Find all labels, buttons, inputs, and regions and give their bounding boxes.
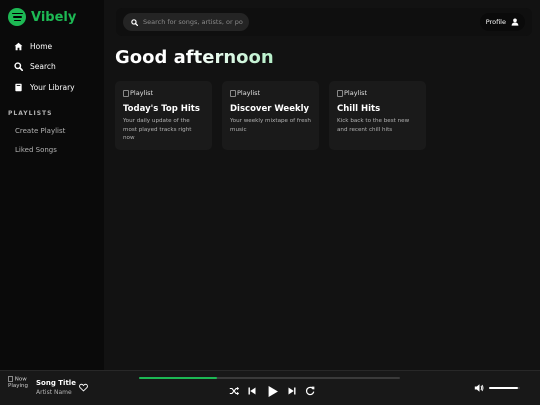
- volume-fill: [489, 387, 519, 389]
- progress-bar[interactable]: [139, 377, 400, 379]
- broken-image-icon: [123, 89, 129, 97]
- profile-button[interactable]: Profile: [479, 13, 525, 31]
- shuffle-icon: [229, 386, 239, 395]
- playlist-cards: Playlist Today's Top Hits Your daily upd…: [115, 81, 426, 150]
- image-alt-text: Playlist: [344, 89, 368, 97]
- playlists-heading: PLAYLISTS: [8, 110, 53, 117]
- search-icon: [14, 62, 23, 72]
- main-content: Profile Good afternoon Playlist Today's …: [104, 0, 540, 370]
- playback-controls: [229, 383, 323, 398]
- skip-forward-icon: [288, 387, 296, 394]
- sidebar-nav: Home Search Your Library: [0, 36, 104, 98]
- search-icon: [131, 18, 138, 26]
- page-title: Good afternoon: [115, 47, 274, 68]
- play-icon: [268, 385, 278, 397]
- playlist-card[interactable]: Playlist Discover Weekly Your weekly mix…: [222, 81, 319, 150]
- playlist-image: Playlist: [337, 88, 418, 98]
- card-description: Kick back to the best new and recent chi…: [337, 118, 410, 133]
- progress-fill: [139, 377, 218, 379]
- profile-label: Profile: [485, 18, 506, 26]
- user-icon: [511, 18, 519, 26]
- sidebar-item-library[interactable]: Your Library: [0, 77, 104, 98]
- play-button[interactable]: [265, 384, 279, 398]
- card-title: Chill Hits: [337, 104, 381, 114]
- volume-slider[interactable]: [489, 387, 520, 389]
- app-root: Vibely Home Search Your Library PLAYLIST…: [0, 0, 540, 405]
- repeat-icon: [305, 386, 315, 395]
- home-icon: [14, 42, 23, 51]
- card-description: Your weekly mixtape of fresh music: [230, 118, 311, 133]
- library-icon: [14, 83, 23, 92]
- create-playlist-link[interactable]: Create Playlist: [15, 127, 65, 135]
- card-title: Discover Weekly: [230, 104, 310, 114]
- playlist-image: Playlist: [230, 88, 311, 98]
- search-input[interactable]: [143, 18, 243, 26]
- playlist-card[interactable]: Playlist Today's Top Hits Your daily upd…: [115, 81, 212, 150]
- broken-image-icon: [8, 376, 13, 382]
- artist-name[interactable]: Artist Name: [36, 389, 72, 396]
- volume-icon[interactable]: [474, 383, 484, 393]
- player-bar: Now Playing Song Title Artist Name: [0, 370, 540, 405]
- search-box[interactable]: [123, 13, 249, 31]
- sidebar-item-label: Your Library: [30, 82, 75, 92]
- song-title[interactable]: Song Title: [36, 379, 76, 387]
- skip-back-icon: [248, 387, 256, 394]
- sidebar-item-label: Home: [30, 41, 53, 51]
- app-name: Vibely: [31, 9, 77, 25]
- repeat-button[interactable]: [305, 386, 315, 396]
- image-alt-text: Playlist: [130, 89, 154, 97]
- broken-image-icon: [230, 89, 236, 97]
- liked-songs-link[interactable]: Liked Songs: [15, 146, 57, 154]
- top-bar: Profile: [116, 8, 532, 36]
- sidebar: Vibely Home Search Your Library PLAYLIST…: [0, 0, 104, 370]
- logo[interactable]: Vibely: [8, 8, 76, 26]
- sidebar-item-label: Search: [30, 62, 56, 72]
- previous-button[interactable]: [247, 386, 257, 396]
- sidebar-item-home[interactable]: Home: [0, 36, 104, 57]
- image-alt-text: Playlist: [237, 89, 261, 97]
- broken-image-icon: [337, 89, 343, 97]
- shuffle-button[interactable]: [229, 386, 239, 396]
- heart-icon[interactable]: [79, 383, 88, 392]
- card-title: Today's Top Hits: [123, 104, 200, 114]
- next-button[interactable]: [287, 386, 297, 396]
- card-description: Your daily update of the most played tra…: [123, 118, 192, 141]
- sidebar-item-search[interactable]: Search: [0, 57, 104, 78]
- now-playing-art: Now Playing: [8, 376, 30, 402]
- playlist-card[interactable]: Playlist Chill Hits Kick back to the bes…: [329, 81, 426, 150]
- playlist-image: Playlist: [123, 88, 204, 98]
- logo-icon: [8, 8, 26, 26]
